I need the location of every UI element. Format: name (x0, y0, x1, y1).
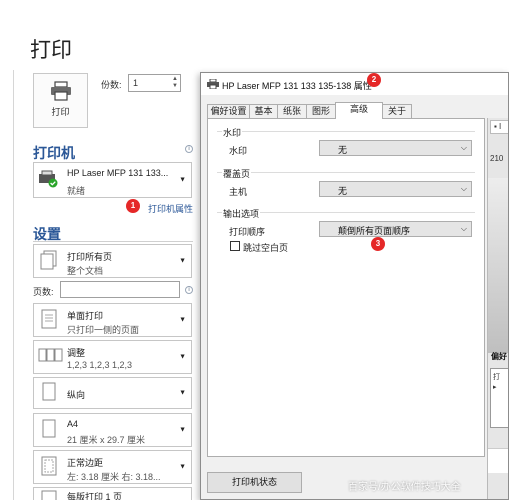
dialog-titlebar[interactable]: HP Laser MFP 131 133 135-138 属性 (201, 73, 508, 95)
chevron-down-icon: ▼ (179, 257, 186, 265)
watermark: 百家号/办公软件技巧大全 (348, 482, 461, 493)
preview-list[interactable]: 打 ▸ (490, 368, 508, 428)
preview-label: 偏好 (491, 352, 507, 361)
print-range-main: 打印所有页 (67, 252, 113, 262)
tab-paper[interactable]: 纸张 (277, 104, 307, 118)
group-border (217, 131, 475, 132)
copies-label: 份数: (101, 80, 122, 90)
chevron-down-icon: ▼ (179, 426, 186, 434)
printer-small-icon (207, 78, 219, 91)
preview-list-item: 打 (493, 374, 500, 381)
preview-list-item: ▸ (493, 384, 497, 391)
print-button[interactable]: 打印 (33, 73, 88, 128)
print-order-value: 颠倒所有页面顺序 (338, 226, 411, 236)
printer-status-button[interactable]: 打印机状态 (207, 472, 302, 493)
watermark-group-label: 水印 (222, 126, 243, 139)
annotation-badge-3: 3 (371, 237, 385, 251)
pages-per-sheet-icon (38, 489, 60, 500)
pages-label: 页数: (33, 287, 54, 297)
watermark-select[interactable]: 无 ⌵ (319, 140, 472, 156)
overlay-group-label: 覆盖页 (222, 167, 252, 180)
divider (33, 241, 193, 242)
printer-name: HP Laser MFP 131 133... (67, 168, 169, 178)
pages-info-icon[interactable]: i (185, 286, 193, 294)
overlay-value: 无 (338, 186, 348, 196)
print-range-select[interactable]: 打印所有页 整个文档 ▼ (33, 244, 192, 278)
preview-pane: ▪ I 210 偏好 打 ▸ (487, 118, 508, 499)
document-pages-icon (38, 249, 60, 273)
watermark-value: 无 (338, 145, 348, 155)
paper-icon (38, 418, 60, 442)
sides-select[interactable]: 单面打印 只打印一侧的页面 ▼ (33, 303, 192, 337)
preview-toggle-button[interactable]: ▪ I (490, 120, 508, 134)
overlay-row-label: 主机 (229, 187, 248, 197)
collate-main: 调整 (67, 348, 86, 358)
annotation-badge-1: 1 (126, 199, 140, 213)
copies-value: 1 (133, 78, 139, 88)
portrait-icon (38, 381, 60, 405)
orientation-select[interactable]: 纵向 ▼ (33, 377, 192, 409)
tab-graphics[interactable]: 图形 (306, 104, 336, 118)
margins-sub: 左: 3.18 厘米 右: 3.18... (67, 472, 161, 482)
group-border (217, 172, 475, 173)
collate-icon (38, 346, 64, 368)
print-range-sub: 整个文档 (67, 266, 104, 276)
dialog-title: HP Laser MFP 131 133 135-138 属性 (222, 81, 372, 91)
chevron-down-icon: ▼ (179, 463, 186, 471)
paper-size-sub: 21 厘米 x 29.7 厘米 (67, 435, 146, 445)
paper-size-select[interactable]: A4 21 厘米 x 29.7 厘米 ▼ (33, 413, 192, 447)
copies-input[interactable]: 1 ▲ ▼ (128, 74, 181, 92)
printer-status: 就绪 (67, 186, 86, 196)
watermark-row-label: 水印 (229, 146, 248, 156)
printer-ready-icon (38, 170, 60, 190)
chevron-down-icon: ⌵ (460, 143, 467, 152)
preview-dimension: 210 (490, 154, 504, 163)
chevron-down-icon: ▼ (179, 389, 186, 397)
skip-blank-label: 跳过空白页 (243, 243, 289, 253)
print-order-select[interactable]: 颠倒所有页面顺序 ⌵ (319, 221, 472, 237)
printer-properties-link[interactable]: 打印机属性 (148, 202, 193, 215)
chevron-down-icon: ⌵ (460, 224, 467, 233)
print-order-label: 打印顺序 (229, 227, 266, 237)
preview-image (488, 178, 508, 353)
collate-select[interactable]: 调整 1,2,3 1,2,3 1,2,3 ▼ (33, 340, 192, 374)
printer-info-icon[interactable]: i (185, 145, 193, 153)
sides-main: 单面打印 (67, 311, 104, 321)
page-title: 打印 (30, 39, 72, 62)
divider (13, 70, 14, 500)
margins-main: 正常边距 (67, 458, 104, 468)
print-button-label: 打印 (51, 107, 70, 117)
tab-advanced[interactable]: 高级 (335, 102, 383, 119)
margins-select[interactable]: 正常边距 左: 3.18 厘米 右: 3.18... ▼ (33, 450, 192, 484)
pages-per-sheet-main: 每版打印 1 页 (67, 492, 123, 500)
chevron-down-icon: ▼ (179, 316, 186, 324)
single-sided-icon (38, 308, 60, 332)
margins-icon (38, 455, 60, 479)
preview-bottom-bar (488, 448, 508, 473)
chevron-down-icon: ▼ (179, 353, 186, 361)
orientation-main: 纵向 (67, 390, 86, 400)
chevron-down-icon: ⌵ (460, 184, 467, 193)
printer-properties-dialog: HP Laser MFP 131 133 135-138 属性 2 偏好设置 基… (200, 72, 509, 500)
printer-select[interactable]: HP Laser MFP 131 133... 就绪 ▼ (33, 162, 192, 198)
printer-icon (50, 81, 71, 101)
output-group-label: 输出选项 (222, 207, 261, 220)
tab-preferences[interactable]: 偏好设置 (207, 104, 250, 118)
chevron-down-icon: ▼ (179, 176, 186, 184)
pages-per-sheet-select[interactable]: 每版打印 1 页 (33, 487, 192, 500)
sides-sub: 只打印一侧的页面 (67, 325, 140, 335)
collate-sub: 1,2,3 1,2,3 1,2,3 (67, 360, 133, 370)
overlay-select[interactable]: 无 ⌵ (319, 181, 472, 197)
tab-basic[interactable]: 基本 (249, 104, 278, 118)
printer-heading: 打印机 (33, 145, 75, 161)
tab-about[interactable]: 关于 (382, 104, 412, 118)
annotation-badge-2: 2 (367, 73, 381, 87)
paper-size-main: A4 (67, 419, 79, 429)
skip-blank-checkbox[interactable] (230, 241, 240, 251)
pages-input[interactable] (60, 281, 180, 298)
copies-spinner[interactable]: ▲ ▼ (172, 76, 178, 90)
